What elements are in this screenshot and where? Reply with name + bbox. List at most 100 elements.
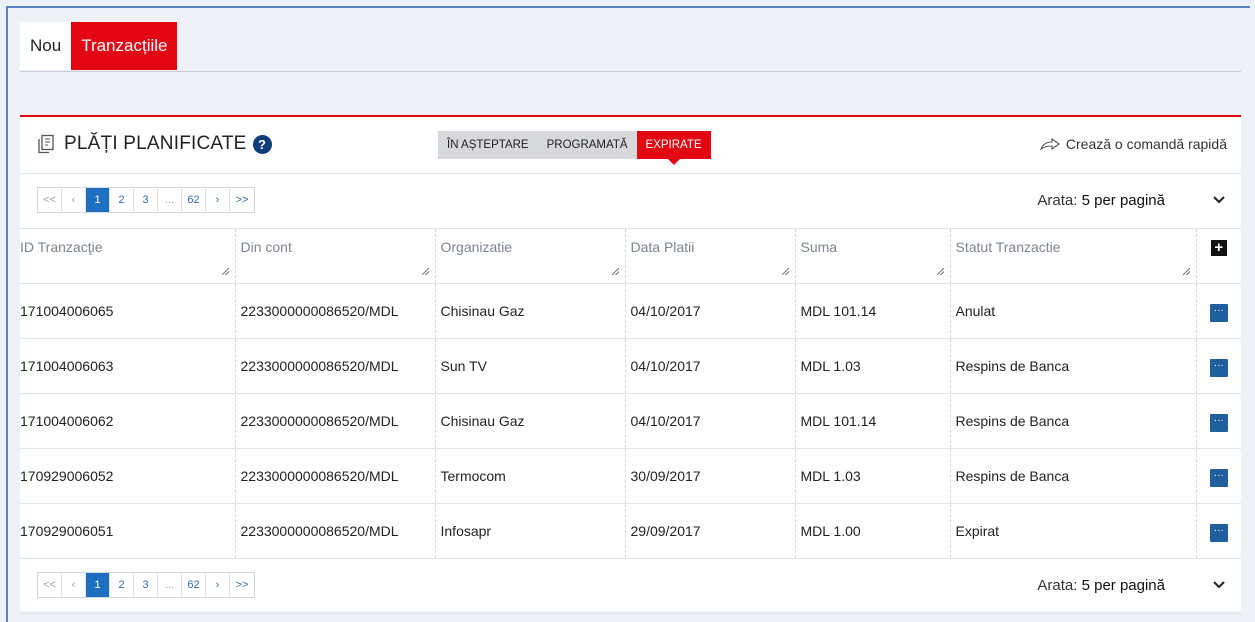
document-icon bbox=[38, 134, 54, 154]
cell-account: 2233000000086520/MDL bbox=[235, 393, 436, 448]
add-column-icon[interactable]: + bbox=[1210, 240, 1227, 256]
cell-id: 170929006052 bbox=[20, 448, 236, 503]
first-page-button[interactable]: << bbox=[38, 572, 62, 597]
cell-organization: Sun TV bbox=[435, 338, 626, 393]
cell-status: Expirat bbox=[950, 503, 1197, 558]
row-menu-icon[interactable]: ··· bbox=[1209, 303, 1228, 322]
resize-handle-icon[interactable] bbox=[781, 267, 789, 275]
per-page-value: 5 per pagină bbox=[1081, 192, 1165, 209]
column-header-organization[interactable]: Organizatie bbox=[435, 229, 626, 283]
column-header-date[interactable]: Data Platii bbox=[625, 229, 796, 283]
cell-amount: MDL 1.03 bbox=[795, 338, 951, 393]
tab-tranzactiile[interactable]: Tranzacțiile bbox=[71, 22, 178, 70]
panel-header: PLĂȚI PLANIFICATE ? ÎN AȘTEPTARE PROGRAM… bbox=[20, 117, 1241, 174]
column-header-id[interactable]: ID Tranzacţie bbox=[20, 229, 236, 283]
cell-date: 30/09/2017 bbox=[625, 448, 796, 503]
cell-actions: ··· bbox=[1196, 338, 1241, 393]
table-header-row: ID Tranzacţie Din cont Organizatie Data … bbox=[20, 229, 1241, 283]
cell-account: 2233000000086520/MDL bbox=[235, 448, 436, 503]
first-page-button[interactable]: << bbox=[38, 188, 62, 212]
cell-actions: ··· bbox=[1196, 503, 1241, 558]
cell-actions: ··· bbox=[1196, 283, 1241, 338]
row-menu-icon[interactable]: ··· bbox=[1209, 358, 1228, 377]
page-button-62[interactable]: 62 bbox=[182, 188, 206, 212]
column-header-actions: + bbox=[1196, 229, 1241, 283]
row-menu-icon[interactable]: ··· bbox=[1209, 413, 1228, 432]
resize-handle-icon[interactable] bbox=[936, 267, 944, 275]
share-arrow-icon bbox=[1039, 138, 1060, 150]
tab-in-asteptare[interactable]: ÎN AȘTEPTARE bbox=[438, 131, 538, 159]
panel-title-group: PLĂȚI PLANIFICATE ? bbox=[36, 133, 272, 155]
per-page-value: 5 per pagină bbox=[1081, 576, 1165, 594]
cell-status: Respins de Banca bbox=[950, 448, 1197, 503]
per-page-select[interactable]: Arata: 5 per pagină bbox=[1037, 192, 1165, 209]
cell-account: 2233000000086520/MDL bbox=[235, 503, 436, 558]
per-page-label: Arata: bbox=[1037, 192, 1078, 209]
column-header-account[interactable]: Din cont bbox=[235, 229, 436, 283]
tabs-divider bbox=[20, 71, 1241, 72]
create-shortcut-link[interactable]: Crează o comandă rapidă bbox=[1039, 136, 1227, 152]
tab-nou[interactable]: Nou bbox=[20, 22, 72, 70]
cell-amount: MDL 1.00 bbox=[795, 503, 951, 558]
table-row[interactable]: 170929006051 2233000000086520/MDL Infosa… bbox=[20, 503, 1241, 558]
cell-id: 171004006063 bbox=[20, 338, 236, 393]
page-button-2[interactable]: 2 bbox=[110, 572, 134, 597]
last-page-button[interactable]: >> bbox=[230, 188, 254, 212]
cell-amount: MDL 101.14 bbox=[795, 393, 951, 448]
cell-organization: Chisinau Gaz bbox=[435, 283, 626, 338]
page-button-1[interactable]: 1 bbox=[86, 572, 110, 597]
page-button-3[interactable]: 3 bbox=[134, 188, 158, 212]
prev-page-button[interactable]: ‹ bbox=[62, 572, 86, 597]
cell-organization: Infosapr bbox=[435, 503, 626, 558]
per-page-select[interactable]: Arata: 5 per pagină bbox=[1037, 577, 1165, 594]
help-circle-icon[interactable]: ? bbox=[252, 134, 272, 154]
pagination-controls: << ‹ 1 2 3 ... 62 › >> bbox=[37, 571, 255, 598]
top-tabs: Nou Tranzacțiile bbox=[20, 22, 178, 70]
resize-handle-icon[interactable] bbox=[421, 267, 429, 275]
resize-handle-icon[interactable] bbox=[221, 267, 229, 275]
cell-status: Respins de Banca bbox=[950, 393, 1197, 448]
page-button-2[interactable]: 2 bbox=[110, 188, 134, 212]
pagination-controls: << ‹ 1 2 3 ... 62 › >> bbox=[37, 187, 255, 213]
scheduled-payments-panel: PLĂȚI PLANIFICATE ? ÎN AȘTEPTARE PROGRAM… bbox=[20, 115, 1241, 614]
per-page-label: Arata: bbox=[1037, 576, 1078, 594]
table-row[interactable]: 171004006065 2233000000086520/MDL Chisin… bbox=[20, 283, 1241, 338]
cell-account: 2233000000086520/MDL bbox=[235, 283, 436, 338]
tab-programata[interactable]: PROGRAMATĂ bbox=[538, 131, 637, 159]
table-row[interactable]: 170929006052 2233000000086520/MDL Termoc… bbox=[20, 448, 1241, 503]
row-menu-icon[interactable]: ··· bbox=[1209, 523, 1228, 542]
resize-handle-icon[interactable] bbox=[611, 267, 619, 275]
chevron-down-icon[interactable] bbox=[1213, 196, 1225, 204]
table-row[interactable]: 171004006063 2233000000086520/MDL Sun TV… bbox=[20, 338, 1241, 393]
cell-amount: MDL 101.14 bbox=[795, 283, 951, 338]
resize-handle-icon[interactable] bbox=[1182, 267, 1190, 275]
prev-page-button[interactable]: ‹ bbox=[62, 188, 86, 212]
row-menu-icon[interactable]: ··· bbox=[1209, 468, 1228, 487]
pagination-top: << ‹ 1 2 3 ... 62 › >> Arata: 5 per pagi… bbox=[20, 174, 1241, 229]
next-page-button[interactable]: › bbox=[206, 572, 230, 597]
column-header-amount[interactable]: Suma bbox=[795, 229, 951, 283]
cell-date: 04/10/2017 bbox=[625, 338, 796, 393]
page-button-62[interactable]: 62 bbox=[182, 572, 206, 597]
last-page-button[interactable]: >> bbox=[230, 573, 254, 597]
page-button-1[interactable]: 1 bbox=[86, 188, 110, 212]
page-button-3[interactable]: 3 bbox=[134, 572, 158, 597]
cell-date: 04/10/2017 bbox=[625, 393, 796, 448]
status-filter-tabs: ÎN AȘTEPTARE PROGRAMATĂ EXPIRATE bbox=[438, 131, 711, 165]
page-title: PLĂȚI PLANIFICATE bbox=[64, 133, 247, 154]
cell-id: 171004006065 bbox=[20, 283, 236, 338]
tab-expirate[interactable]: EXPIRATE bbox=[636, 131, 711, 165]
cell-date: 04/10/2017 bbox=[625, 283, 796, 338]
cell-date: 29/09/2017 bbox=[625, 503, 796, 558]
cell-actions: ··· bbox=[1196, 448, 1241, 503]
chevron-down-icon[interactable] bbox=[1213, 580, 1225, 589]
table-row[interactable]: 171004006062 2233000000086520/MDL Chisin… bbox=[20, 393, 1241, 448]
next-page-button[interactable]: › bbox=[206, 188, 230, 212]
cell-id: 170929006051 bbox=[20, 503, 236, 558]
cell-id: 171004006062 bbox=[20, 393, 236, 448]
page-ellipsis: ... bbox=[158, 572, 182, 597]
cell-account: 2233000000086520/MDL bbox=[235, 338, 436, 393]
cell-organization: Termocom bbox=[435, 448, 626, 503]
column-header-status[interactable]: Statut Tranzactie bbox=[950, 229, 1197, 283]
cell-status: Respins de Banca bbox=[950, 338, 1197, 393]
